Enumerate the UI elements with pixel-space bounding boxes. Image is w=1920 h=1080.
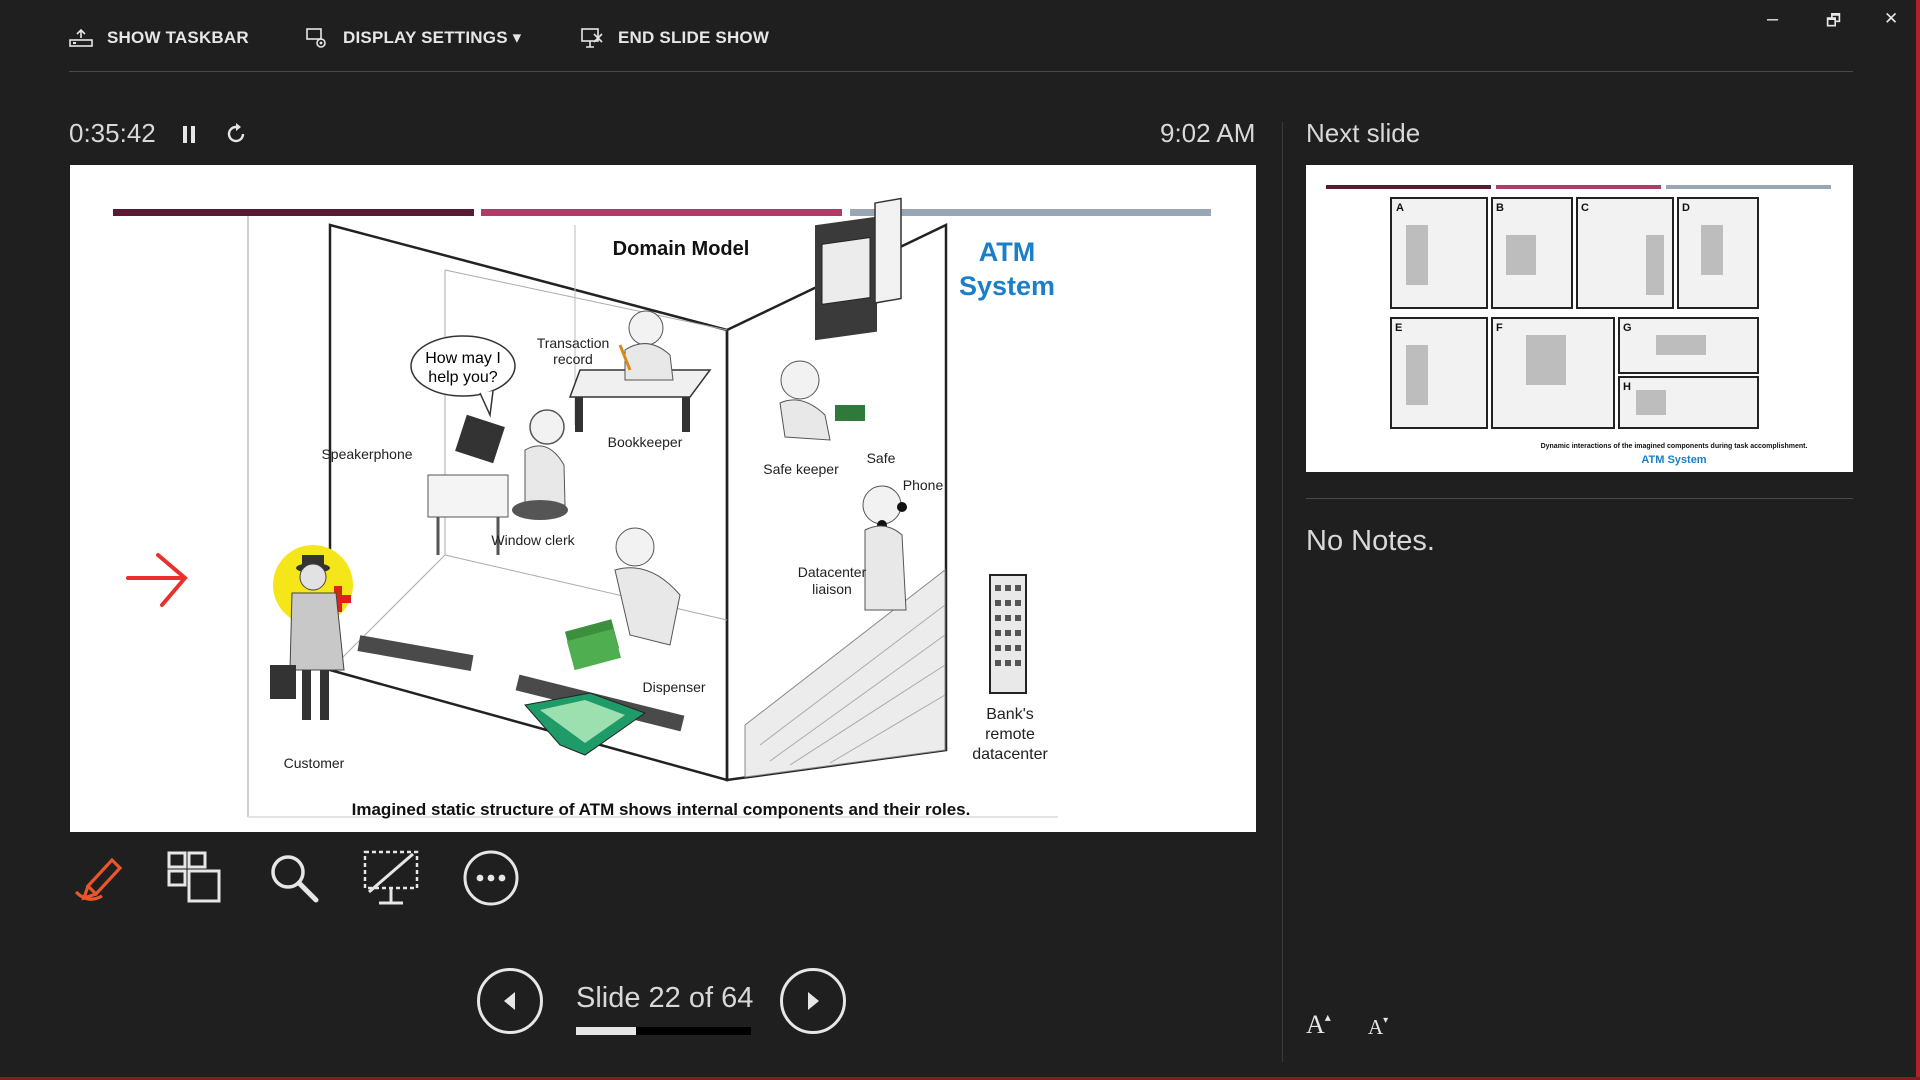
end-show-icon: [580, 26, 604, 50]
panel-separator: [1282, 122, 1283, 1062]
label-datacenter-1: Datacenter: [798, 564, 867, 580]
display-settings-label: DISPLAY SETTINGS ▾: [343, 28, 522, 47]
slide-progress-fill: [576, 1027, 636, 1035]
slide-counter: Slide 22 of 64: [576, 982, 754, 1014]
zoom-button[interactable]: [264, 848, 324, 913]
slide-caption: Imagined static structure of ATM shows i…: [352, 800, 971, 819]
thumb-caption: Dynamic interactions of the imagined com…: [1541, 443, 1808, 450]
panel-label-b: B: [1496, 202, 1504, 214]
increase-font-icon: ▴: [1324, 1010, 1331, 1024]
panel-label-h: H: [1623, 381, 1631, 393]
slide-header: Domain Model: [613, 238, 750, 260]
pen-tool-button[interactable]: [68, 848, 128, 913]
elapsed-timer: 0:35:42: [69, 118, 156, 148]
label-safe-keeper: Safe keeper: [763, 461, 839, 477]
label-transaction-2: record: [553, 351, 593, 367]
all-slides-icon: [167, 851, 221, 903]
panel-label-c: C: [1581, 202, 1589, 214]
see-all-slides-button[interactable]: [164, 848, 224, 913]
next-slide-label: Next slide: [1306, 118, 1421, 148]
chevron-left-icon: [504, 992, 515, 1010]
label-cash: Cash: [860, 377, 893, 393]
current-time: 9:02 AM: [1160, 118, 1256, 148]
label-window-clerk: Window clerk: [491, 532, 575, 548]
label-bookkeeper: Bookkeeper: [608, 434, 683, 450]
show-taskbar-label: SHOW TASKBAR: [107, 28, 249, 47]
chevron-right-icon: [808, 992, 819, 1010]
restart-timer-button[interactable]: [224, 122, 248, 151]
label-speakerphone: Speakerphone: [321, 446, 412, 462]
label-bank-3: datacenter: [972, 746, 1048, 763]
increase-font-button[interactable]: A▴: [1306, 1010, 1331, 1040]
toolbar-divider: [69, 71, 1853, 72]
decrease-font-icon: ▾: [1383, 1015, 1389, 1026]
screen-off-icon: [363, 850, 419, 905]
end-slide-show-label: END SLIDE SHOW: [618, 28, 770, 47]
more-options-button[interactable]: [461, 848, 521, 913]
thumb-brand: ATM System: [1641, 454, 1706, 466]
minimize-button[interactable]: –: [1767, 8, 1778, 31]
slide-brand-1: ATM: [979, 237, 1035, 267]
briefcase: [270, 665, 296, 699]
panel-label-g: G: [1623, 322, 1632, 334]
display-settings-button[interactable]: DISPLAY SETTINGS ▾: [305, 22, 521, 54]
pause-icon: [183, 126, 195, 143]
panel-label-e: E: [1395, 322, 1402, 334]
restart-icon: [227, 123, 245, 143]
black-screen-button[interactable]: [361, 848, 423, 913]
increase-font-label: A: [1306, 1010, 1325, 1039]
decrease-font-button[interactable]: A▾: [1368, 1015, 1388, 1040]
taskbar-icon: [69, 28, 93, 48]
panel-label-f: F: [1496, 322, 1503, 334]
label-customer: Customer: [284, 755, 345, 771]
pen-icon: [74, 857, 123, 901]
label-dispenser: Dispenser: [642, 679, 705, 695]
speaker-notes: No Notes.: [1306, 525, 1435, 557]
slide-bar-1: [113, 209, 474, 216]
ink-arrow-annotation: [126, 553, 188, 607]
label-transaction-1: Transaction: [537, 335, 610, 351]
label-bank-1: Bank's: [986, 706, 1034, 723]
slide-brand-2: System: [959, 271, 1055, 301]
pause-timer-button[interactable]: [180, 124, 198, 151]
close-button[interactable]: ✕: [1884, 9, 1898, 29]
label-safe: Safe: [867, 450, 896, 466]
label-bank-2: remote: [985, 726, 1035, 743]
speech-bubble-text-1: How may I: [425, 350, 501, 367]
next-slide-button[interactable]: [780, 968, 846, 1034]
panel-label-d: D: [1682, 202, 1690, 214]
magnifier-icon: [271, 855, 319, 903]
display-settings-icon: [305, 26, 329, 50]
slide-progress-bar: [576, 1027, 751, 1035]
ellipsis-icon: [463, 850, 519, 906]
notes-divider: [1306, 498, 1853, 499]
panel-label-a: A: [1396, 202, 1404, 214]
label-phone: Phone: [903, 477, 944, 493]
label-datacenter-2: liaison: [812, 581, 852, 597]
current-slide[interactable]: How may I help you? Domain Model ATM Sys…: [70, 165, 1256, 832]
restore-button[interactable]: 🗗: [1826, 10, 1841, 37]
next-slide-thumbnail[interactable]: A B C D E F G H Dynamic interactions of …: [1306, 165, 1853, 472]
window-edge: [1916, 0, 1920, 1080]
end-slide-show-button[interactable]: END SLIDE SHOW: [580, 22, 769, 54]
slide-bar-3: [850, 209, 1211, 216]
slide-bar-2: [481, 209, 842, 216]
show-taskbar-button[interactable]: SHOW TASKBAR: [69, 22, 249, 54]
speech-bubble-text-2: help you?: [428, 369, 497, 386]
previous-slide-button[interactable]: [477, 968, 543, 1034]
decrease-font-label: A: [1368, 1015, 1384, 1039]
